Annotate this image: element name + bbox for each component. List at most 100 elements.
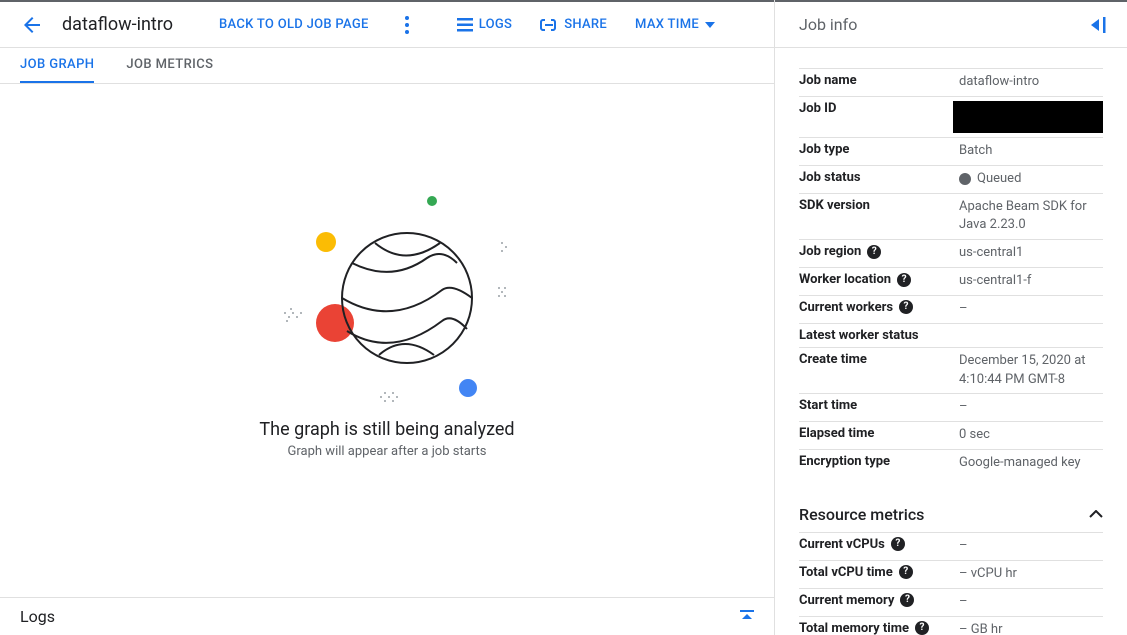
share-button[interactable]: SHARE [530, 9, 617, 40]
label-current-mem-text: Current memory [799, 593, 894, 608]
label-region: Job region? [799, 244, 959, 259]
label-total-mem-text: Total memory time [799, 621, 909, 635]
label-current-mem: Current memory? [799, 593, 959, 608]
right-header: Job info [775, 0, 1127, 48]
value-elapsed: 0 sec [959, 426, 1103, 445]
back-arrow-icon[interactable] [20, 13, 44, 37]
value-job-id [953, 101, 1103, 133]
label-worker-loc: Worker location? [799, 272, 959, 287]
resource-metrics-table: Current vCPUs? – Total vCPU time? – vCPU… [799, 532, 1103, 635]
label-latest-worker-status: Latest worker status [799, 328, 959, 343]
label-region-text: Job region [799, 244, 861, 259]
share-icon [540, 19, 558, 31]
redacted-block [953, 101, 1103, 133]
right-body: Job name dataflow-intro Job ID Job type … [775, 48, 1127, 635]
max-time-label: MAX TIME [635, 17, 699, 32]
info-row-total-vcpu: Total vCPU time? – vCPU hr [799, 560, 1103, 588]
info-row-job-status: Job status Queued [799, 165, 1103, 193]
label-worker-loc-text: Worker location [799, 272, 891, 287]
info-row-current-mem: Current memory? – [799, 588, 1103, 616]
status-text: Queued [977, 170, 1021, 189]
label-current-vcpus-text: Current vCPUs [799, 537, 885, 552]
logs-bar-label: Logs [20, 607, 55, 626]
share-button-label: SHARE [564, 17, 607, 32]
value-job-status: Queued [959, 170, 1103, 189]
help-icon[interactable]: ? [897, 273, 911, 287]
value-start-time: – [959, 398, 1103, 417]
label-total-vcpu: Total vCPU time? [799, 565, 959, 580]
help-icon[interactable]: ? [900, 593, 914, 607]
max-time-button[interactable]: MAX TIME [625, 9, 725, 40]
label-current-workers: Current workers? [799, 300, 959, 315]
resource-metrics-header[interactable]: Resource metrics [799, 505, 1103, 524]
label-job-name: Job name [799, 73, 959, 88]
value-total-mem: – GB hr [959, 621, 1103, 635]
value-job-name: dataflow-intro [959, 73, 1103, 92]
value-current-mem: – [959, 593, 1103, 612]
label-elapsed: Elapsed time [799, 426, 959, 441]
collapse-panel-icon[interactable] [1089, 17, 1107, 33]
info-row-elapsed: Elapsed time 0 sec [799, 421, 1103, 449]
job-info-title: Job info [799, 15, 857, 34]
help-icon[interactable]: ? [891, 537, 905, 551]
value-current-workers: – [959, 300, 1103, 319]
analyzing-illustration [257, 163, 517, 403]
logs-button[interactable]: LOGS [447, 9, 523, 40]
value-region: us-central1 [959, 244, 1103, 263]
logs-icon [457, 18, 473, 32]
info-row-start-time: Start time – [799, 393, 1103, 421]
logs-bar[interactable]: Logs [0, 597, 774, 635]
info-row-current-vcpus: Current vCPUs? – [799, 532, 1103, 560]
chevron-down-icon [705, 22, 715, 28]
label-total-mem: Total memory time? [799, 621, 959, 635]
label-start-time: Start time [799, 398, 959, 413]
chevron-up-icon [1089, 510, 1103, 518]
info-row-current-workers: Current workers? – [799, 295, 1103, 323]
graph-analyzing-title: The graph is still being analyzed [259, 419, 514, 440]
info-row-total-mem: Total memory time? – GB hr [799, 616, 1103, 635]
tab-job-graph[interactable]: JOB GRAPH [20, 48, 94, 83]
graph-analyzing-subtitle: Graph will appear after a job starts [288, 444, 487, 459]
graph-panel: The graph is still being analyzed Graph … [0, 84, 774, 597]
help-icon[interactable]: ? [867, 245, 881, 259]
value-job-type: Batch [959, 142, 1103, 161]
info-row-job-name: Job name dataflow-intro [799, 68, 1103, 96]
value-create-time: December 15, 2020 at 4:10:44 PM GMT-8 [959, 352, 1103, 390]
info-row-encryption: Encryption type Google-managed key [799, 449, 1103, 477]
value-sdk: Apache Beam SDK for Java 2.23.0 [959, 198, 1103, 236]
sub-tabs: JOB GRAPH JOB METRICS [0, 48, 774, 84]
info-row-sdk: SDK version Apache Beam SDK for Java 2.2… [799, 193, 1103, 240]
status-dot-icon [959, 173, 971, 185]
label-sdk: SDK version [799, 198, 959, 213]
label-encryption: Encryption type [799, 454, 959, 469]
label-current-workers-text: Current workers [799, 300, 893, 315]
info-row-region: Job region? us-central1 [799, 239, 1103, 267]
job-info-table: Job name dataflow-intro Job ID Job type … [799, 68, 1103, 477]
value-current-vcpus: – [959, 537, 1103, 556]
value-total-vcpu: – vCPU hr [959, 565, 1103, 584]
label-job-type: Job type [799, 142, 959, 157]
logs-button-label: LOGS [479, 17, 513, 32]
help-icon[interactable]: ? [899, 300, 913, 314]
back-to-old-button[interactable]: BACK TO OLD JOB PAGE [209, 9, 379, 40]
value-encryption: Google-managed key [959, 454, 1103, 473]
resource-metrics-title: Resource metrics [799, 505, 924, 524]
job-title: dataflow-intro [62, 14, 173, 35]
info-row-create-time: Create time December 15, 2020 at 4:10:44… [799, 347, 1103, 394]
label-create-time: Create time [799, 352, 959, 367]
help-icon[interactable]: ? [899, 565, 913, 579]
info-row-worker-loc: Worker location? us-central1-f [799, 267, 1103, 295]
label-current-vcpus: Current vCPUs? [799, 537, 959, 552]
info-row-latest-worker-status: Latest worker status [799, 323, 1103, 347]
header-bar: dataflow-intro BACK TO OLD JOB PAGE LOGS… [0, 0, 774, 48]
label-job-status: Job status [799, 170, 959, 185]
value-worker-loc: us-central1-f [959, 272, 1103, 291]
help-icon[interactable]: ? [915, 621, 929, 635]
label-total-vcpu-text: Total vCPU time [799, 565, 893, 580]
label-job-id: Job ID [799, 101, 953, 116]
info-row-job-id: Job ID [799, 96, 1103, 137]
more-options-button[interactable] [387, 16, 427, 34]
info-row-job-type: Job type Batch [799, 137, 1103, 165]
expand-up-icon [740, 610, 754, 624]
tab-job-metrics[interactable]: JOB METRICS [126, 48, 213, 83]
